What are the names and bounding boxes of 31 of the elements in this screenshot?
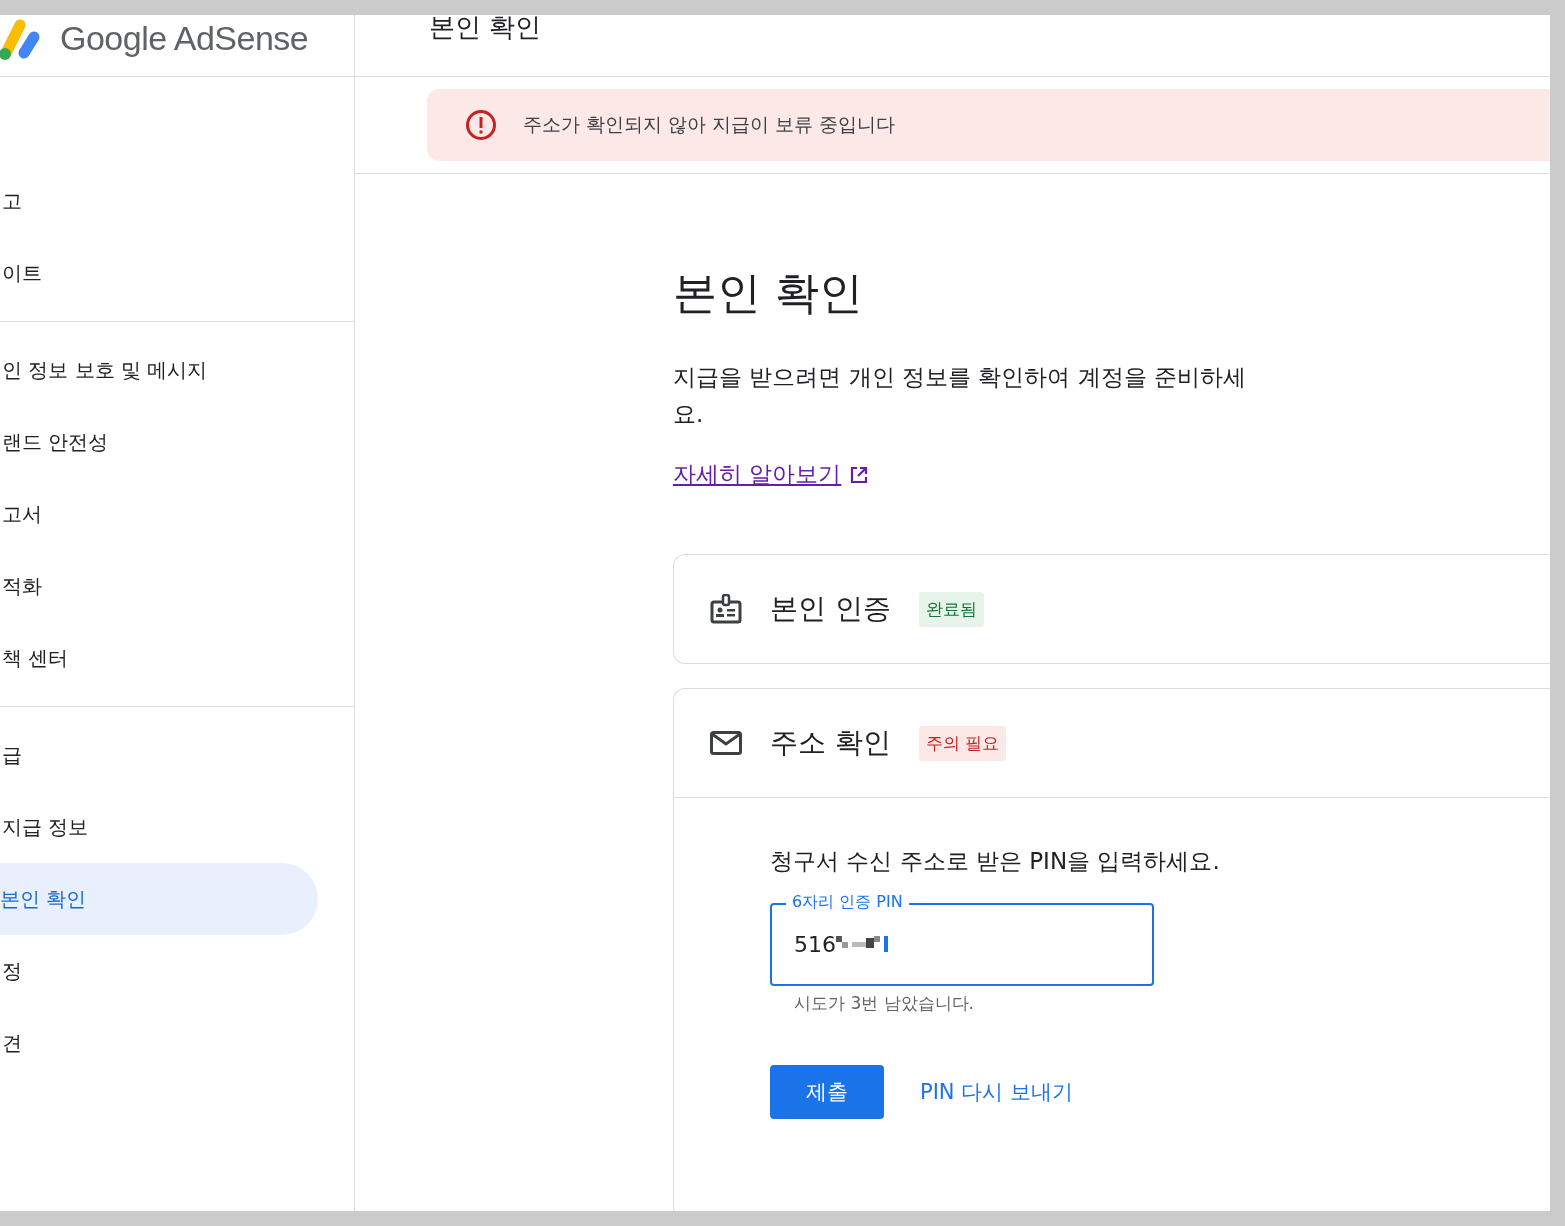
status-badge: 주의 필요 [918, 725, 1007, 761]
error-icon [465, 109, 497, 141]
page-title: 본인 확인 [429, 15, 542, 44]
status-badge: 완료됨 [918, 591, 984, 627]
field-label: 6자리 인증 PIN [786, 892, 909, 912]
sidebar-item[interactable]: 고 [0, 165, 318, 237]
instruction: 청구서 수신 주소로 받은 PIN을 입력하세요. [770, 847, 1221, 876]
sidebar-item[interactable]: 견 [0, 1007, 318, 1079]
sidebar-item[interactable]: 본인 확인 [0, 863, 318, 935]
step-title: 주소 확인 [770, 725, 891, 761]
description: 지급을 받으려면 개인 정보를 확인하여 계정을 준비하세요. [673, 363, 1247, 429]
mail-icon [710, 731, 742, 755]
submit-button[interactable]: 제출 [770, 1065, 884, 1119]
sidebar-item[interactable]: 책 센터 [0, 622, 318, 694]
sidebar-item[interactable]: 이트 [0, 237, 318, 309]
learn-more-link[interactable]: 자세히 알아보기 [673, 459, 870, 490]
helper-text: 시도가 3번 남았습니다. [794, 992, 976, 1015]
resend-pin-button[interactable]: PIN 다시 보내기 [920, 1078, 1073, 1106]
alert-message: 주소가 확인되지 않아 지급이 보류 중입니다 [523, 112, 896, 137]
sidebar-item[interactable]: 랜드 안전성 [0, 406, 318, 478]
external-link-icon [849, 464, 870, 485]
sidebar-item[interactable]: 급 [0, 719, 318, 791]
heading: 본인 확인 [673, 266, 864, 320]
sidebar-item[interactable]: 적화 [0, 550, 318, 622]
sidebar-item[interactable]: 지급 정보 [0, 791, 318, 863]
sidebar-item[interactable]: 인 정보 보호 및 메시지 [0, 334, 318, 406]
step-title: 본인 인증 [770, 591, 891, 627]
sidebar-item[interactable]: 고서 [0, 478, 318, 550]
logo-text: Google AdSense [60, 18, 309, 58]
sidebar-item[interactable]: 정 [0, 935, 318, 1007]
id-badge-icon [710, 594, 742, 624]
